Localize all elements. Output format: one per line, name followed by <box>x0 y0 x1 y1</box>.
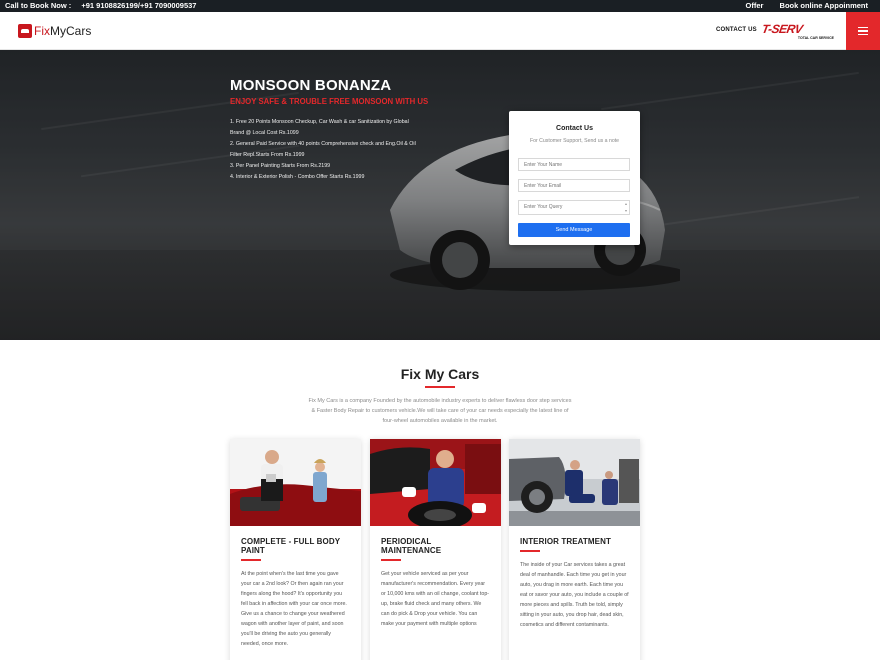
offer-item: 3. Per Panel Painting Starts From Rs.219… <box>230 163 331 169</box>
title-divider <box>425 386 455 388</box>
service-card-body-paint[interactable]: COMPLETE - FULL BODY PAINT At the point … <box>230 439 361 660</box>
menu-button[interactable] <box>846 12 880 50</box>
offer-item: 4. Interior & Exterior Polish - Combo Of… <box>230 174 365 180</box>
email-input[interactable] <box>518 179 630 192</box>
send-message-button[interactable]: Send Message <box>518 223 630 237</box>
offer-link[interactable]: Offer <box>746 1 764 10</box>
service-title: PERIODICAL MAINTENANCE <box>381 537 442 555</box>
about-title: Fix My Cars <box>400 366 480 382</box>
service-card-interior[interactable]: INTERIOR TREATMENT The inside of your Ca… <box>509 439 640 660</box>
hero-subtitle: ENJOY SAFE & TROUBLE FREE MONSOON WITH U… <box>230 97 429 106</box>
nav-contact-us[interactable]: CONTACT US <box>716 27 757 33</box>
offer-item: 1. Free 20 Points Monsoon Checkup, Car W… <box>230 119 409 136</box>
mechanic-with-tyre-photo <box>370 439 501 526</box>
book-appointment-link[interactable]: Book online Appoinment <box>780 1 868 10</box>
textarea-scroll-arrows-icon[interactable] <box>624 202 629 213</box>
service-card-maintenance[interactable]: PERIODICAL MAINTENANCE Get your vehicle … <box>370 439 501 660</box>
phone-numbers[interactable]: +91 9108826199/+91 7090009537 <box>81 1 196 10</box>
hero-title: MONSOON BONANZA <box>230 77 392 94</box>
service-description: Get your vehicle serviced as per your ma… <box>381 571 490 627</box>
hamburger-icon <box>858 27 868 35</box>
top-links: Offer Book online Appoinment <box>732 1 868 10</box>
logo-text: FixMyCars <box>34 24 92 38</box>
about-description: Fix My Cars is a company Founded by the … <box>308 398 572 424</box>
service-description: At the point when's the last time you ga… <box>241 571 347 647</box>
name-input[interactable] <box>518 158 630 171</box>
hero-banner <box>0 50 880 340</box>
service-title: INTERIOR TREATMENT <box>520 537 611 546</box>
site-header: FixMyCars CONTACT US T-SERV TOTAL CAR SE… <box>0 12 880 50</box>
service-title: COMPLETE - FULL BODY PAINT <box>241 537 341 555</box>
call-info: Call to Book Now : +91 9108826199/+91 70… <box>5 1 196 10</box>
tserv-logo-text: T-SERV <box>760 22 804 36</box>
tserv-tagline: TOTAL CAR SERVICE <box>797 36 834 40</box>
service-description: The inside of your Car services takes a … <box>520 562 629 628</box>
tserv-partner-logo[interactable]: T-SERV TOTAL CAR SERVICE <box>760 22 834 40</box>
offer-item: 2. General Paid Service with 40 points C… <box>230 141 416 158</box>
mechanics-photo <box>230 439 361 526</box>
service-divider <box>241 559 261 561</box>
service-divider <box>520 550 540 552</box>
call-label: Call to Book Now : <box>5 1 72 10</box>
workshop-photo <box>509 439 640 526</box>
contact-form-note: For Customer Support, Send us a note <box>529 138 620 144</box>
service-divider <box>381 559 401 561</box>
offer-list: 1. Free 20 Points Monsoon Checkup, Car W… <box>230 117 420 183</box>
car-logo-icon <box>18 24 32 38</box>
hero-content: MONSOON BONANZA ENJOY SAFE & TROUBLE FRE… <box>230 77 428 183</box>
contact-form-card: Contact Us For Customer Support, Send us… <box>509 111 640 245</box>
top-bar: Call to Book Now : +91 9108826199/+91 70… <box>0 0 880 12</box>
query-textarea[interactable] <box>518 200 630 215</box>
contact-form-title: Contact Us <box>556 125 593 132</box>
site-logo[interactable]: FixMyCars <box>18 23 91 39</box>
